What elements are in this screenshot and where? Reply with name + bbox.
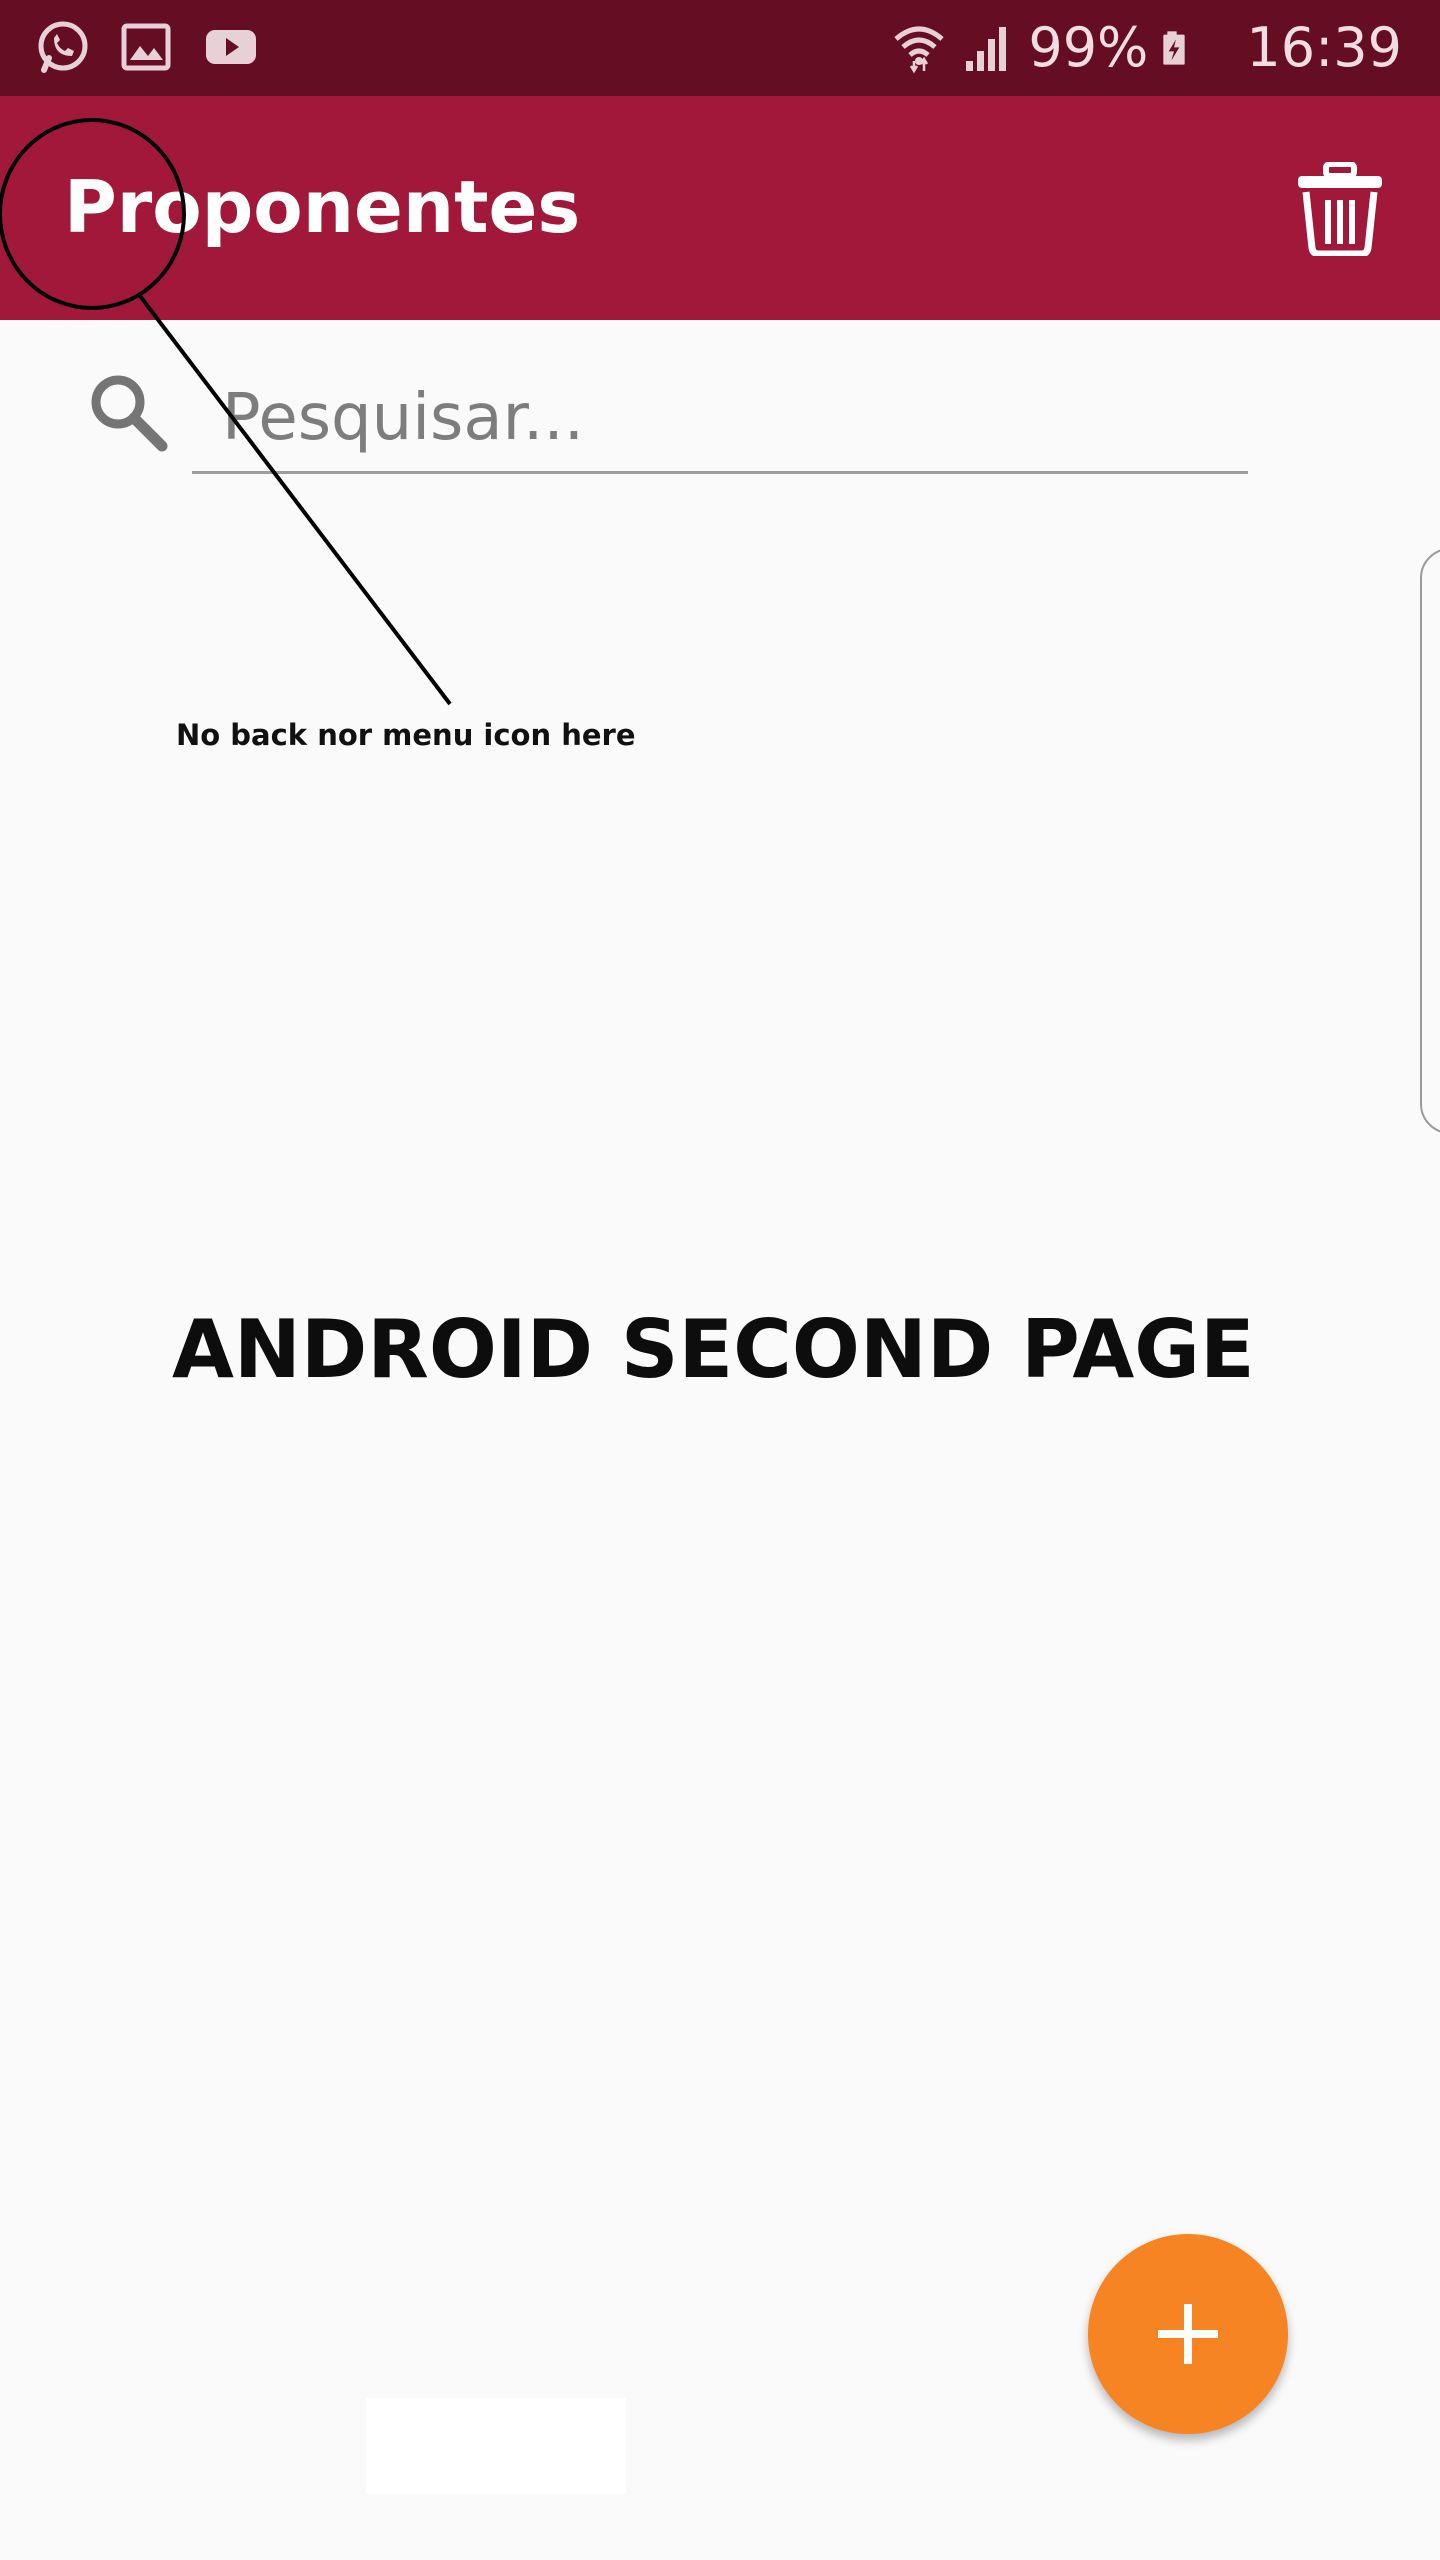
gallery-icon	[118, 18, 176, 76]
trash-icon[interactable]	[1296, 161, 1384, 258]
battery-percentage: 99%	[1028, 16, 1149, 79]
wifi-icon	[892, 21, 946, 75]
signal-icon	[960, 21, 1014, 75]
search-icon	[86, 370, 170, 454]
search-input[interactable]	[192, 364, 1248, 474]
youtube-icon	[202, 18, 260, 76]
clock: 16:39	[1246, 16, 1402, 79]
notification-icons	[34, 18, 260, 76]
battery-charging-icon	[1162, 21, 1216, 75]
edge-panel-handle[interactable]	[1420, 548, 1440, 1134]
blank-patch	[366, 2398, 626, 2494]
plus-icon	[1158, 2304, 1218, 2364]
page-title: Proponentes	[64, 165, 581, 249]
system-status: 99% 16:39	[892, 10, 1402, 86]
annotation-note: No back nor menu icon here	[176, 718, 636, 752]
add-fab-button[interactable]	[1088, 2234, 1288, 2434]
page-label: ANDROID SECOND PAGE	[172, 1303, 1255, 1396]
status-bar: 99% 16:39	[0, 0, 1440, 96]
app-bar: Proponentes	[0, 96, 1440, 320]
annotation-line	[138, 294, 452, 706]
screen: 99% 16:39 Proponentes Pesquisar... No ba…	[0, 0, 1440, 2560]
whatsapp-icon	[34, 18, 92, 76]
